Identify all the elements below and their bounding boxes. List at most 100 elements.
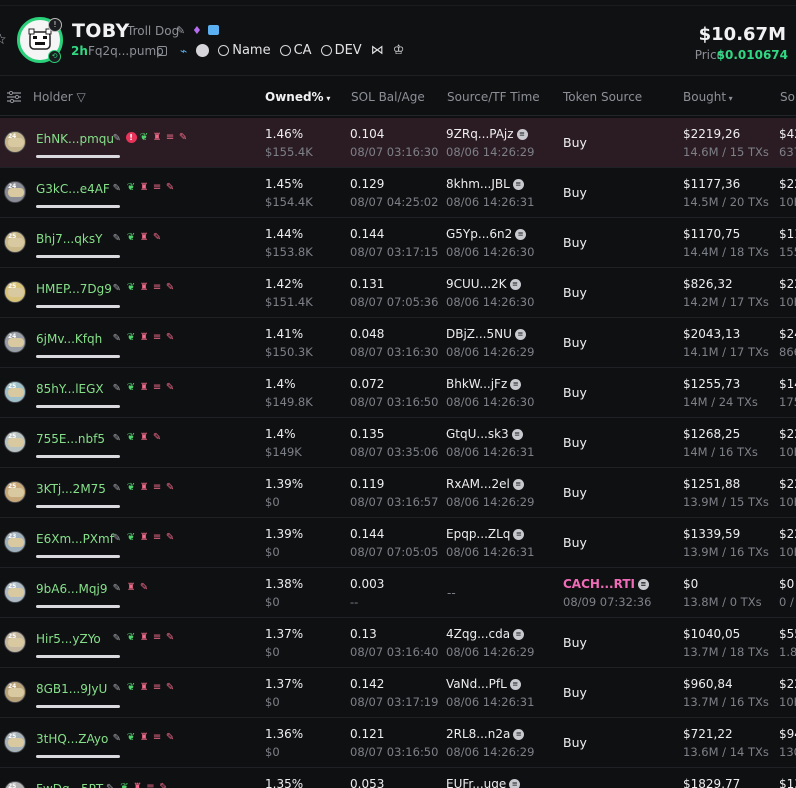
- edit-icon[interactable]: ✎: [113, 283, 121, 294]
- avatar[interactable]: 24: [4, 331, 26, 353]
- table-row[interactable]: 25 3KTj...2M75 ✎ ❦ ♜ ≡ ✎ 1.39% $0 0.119 08/…: [0, 468, 796, 518]
- table-row[interactable]: 24 8GB1...9JyU ✎ ❦ ♜ ≡ ✎ 1.37% $0 0.142 08/…: [0, 668, 796, 718]
- col-holder[interactable]: Holder ▽: [33, 90, 86, 104]
- avatar[interactable]: 25: [4, 481, 26, 503]
- edit-icon[interactable]: ✎: [113, 183, 121, 194]
- holder-address[interactable]: 8GB1...9JyU: [36, 682, 107, 696]
- stack-icon: ≡: [152, 632, 162, 643]
- crown-icon[interactable]: ♔: [393, 43, 405, 58]
- holder-address[interactable]: G3kC...e4AF: [36, 182, 110, 196]
- avatar[interactable]: 24: [4, 181, 26, 203]
- source-icon: ≡: [509, 279, 521, 290]
- avatar[interactable]: 25: [4, 581, 26, 603]
- source-address[interactable]: EUFr...uqe ≡: [446, 777, 521, 788]
- search-ca-link[interactable]: CA: [279, 43, 312, 58]
- avatar[interactable]: 25: [4, 631, 26, 653]
- table-row[interactable]: 25 85hY...lEGX ✎ ❦ ♜ ≡ ✎ 1.4% $149.8K 0.072…: [0, 368, 796, 418]
- edit-icon[interactable]: ✎: [113, 333, 121, 344]
- source-address[interactable]: BhkW...jFz ≡: [446, 377, 522, 391]
- token-address[interactable]: Fq2q...pump: [88, 44, 164, 58]
- edit-icon[interactable]: ✎: [113, 383, 121, 394]
- holder-address[interactable]: 85hY...lEGX: [36, 382, 104, 396]
- share-icon[interactable]: ⋈: [371, 43, 384, 58]
- pump-icon[interactable]: ⌁: [180, 44, 187, 58]
- avatar[interactable]: 25: [4, 431, 26, 453]
- bot-icon: ♜: [139, 282, 149, 293]
- funnel-icon[interactable]: ▽: [73, 90, 85, 104]
- source-address[interactable]: VaNd...PfL ≡: [446, 677, 521, 691]
- col-sol-bal[interactable]: SOL Bal/Age: [351, 90, 425, 104]
- source-address[interactable]: 2RL8...n2a ≡: [446, 727, 525, 741]
- source-address[interactable]: Epqp...ZLq ≡: [446, 527, 525, 541]
- holder-address[interactable]: 6jMv...Kfqh: [36, 332, 102, 346]
- col-owned[interactable]: Owned% ▾: [265, 90, 330, 104]
- source-address[interactable]: GtqU...sk3 ≡: [446, 427, 523, 441]
- avatar[interactable]: 25: [4, 381, 26, 403]
- table-row[interactable]: 25 Bhj7...qksY ✎ ❦ ♜ ✎ 1.44% $153.8K 0.144…: [0, 218, 796, 268]
- holder-address[interactable]: 755E...nbf5: [36, 432, 105, 446]
- holder-address[interactable]: 3tHQ...ZAyo: [36, 732, 108, 746]
- holder-address[interactable]: E6Xm...PXmf: [36, 532, 114, 546]
- avatar[interactable]: 23: [4, 531, 26, 553]
- table-row[interactable]: 24 G3kC...e4AF ✎ ❦ ♜ ≡ ✎ 1.45% $154.4K 0.12…: [0, 168, 796, 218]
- edit-icon[interactable]: ✎: [113, 483, 121, 494]
- bot-icon: ♜: [152, 132, 162, 143]
- source-address[interactable]: 9ZRq...PAjz ≡: [446, 127, 528, 141]
- avatar[interactable]: 25: [4, 731, 26, 753]
- holder-address[interactable]: Hir5...yZYo: [36, 632, 101, 646]
- filter-sliders-icon[interactable]: [7, 91, 21, 103]
- source-address[interactable]: RxAM...2el ≡: [446, 477, 524, 491]
- source-address[interactable]: G5Yp...6n2 ≡: [446, 227, 527, 241]
- col-bought[interactable]: Bought ▾: [683, 90, 733, 104]
- edit-icon[interactable]: ✎: [106, 783, 114, 788]
- edit-icon[interactable]: ✎: [113, 633, 121, 644]
- holder-address[interactable]: HMEP...7Dg9: [36, 282, 112, 296]
- source-address[interactable]: 8khm...JBL ≡: [446, 177, 524, 191]
- search-name-link[interactable]: Name: [218, 43, 271, 58]
- edit-icon[interactable]: ✎: [113, 683, 121, 694]
- search-dev-link[interactable]: DEV: [320, 43, 362, 58]
- avatar[interactable]: 25: [4, 231, 26, 253]
- edit-icon[interactable]: ✎: [113, 233, 121, 244]
- col-source-time[interactable]: Source/TF Time: [447, 90, 540, 104]
- table-row[interactable]: 25 9bA6...Mqj9 ✎ ♜ ✎ 1.38% $0 0.003 -- --…: [0, 568, 796, 618]
- token-source: Buy: [563, 735, 587, 750]
- avatar[interactable]: 24: [4, 131, 26, 153]
- menu-circle-icon[interactable]: [196, 44, 210, 57]
- col-sold[interactable]: Sol: [780, 90, 796, 104]
- holder-address[interactable]: 9bA6...Mqj9: [36, 582, 107, 596]
- table-row[interactable]: 23 E6Xm...PXmf ✎ ❦ ♜ ≡ ✎ 1.39% $0 0.144 08/…: [0, 518, 796, 568]
- table-row[interactable]: 25 Hir5...yZYo ✎ ❦ ♜ ≡ ✎ 1.37% $0 0.13 08/0…: [0, 618, 796, 668]
- holder-address[interactable]: Bhj7...qksY: [36, 232, 102, 246]
- edit-icon[interactable]: ✎: [113, 533, 121, 544]
- table-row[interactable]: 24 6jMv...Kfqh ✎ ❦ ♜ ≡ ✎ 1.41% $150.3K 0.04…: [0, 318, 796, 368]
- avatar[interactable]: 25: [4, 781, 26, 788]
- avatar[interactable]: 24: [4, 681, 26, 703]
- holder-address[interactable]: FwDq...5PT: [36, 782, 103, 788]
- edit-icon[interactable]: ✎: [113, 133, 121, 144]
- col-token-source[interactable]: Token Source: [563, 90, 642, 104]
- star-icon[interactable]: ☆: [0, 32, 7, 48]
- sol-age: 08/07 03:17:15: [350, 245, 439, 259]
- edit-icon[interactable]: ✎: [176, 24, 188, 37]
- source-address[interactable]: 9CUU...2K ≡: [446, 277, 521, 291]
- leaf-icon: ❦: [126, 482, 136, 493]
- source-icon: ≡: [511, 429, 523, 440]
- copy-icon[interactable]: [157, 46, 167, 56]
- table-row[interactable]: 25 755E...nbf5 ✎ ❦ ♜ ✎ 1.4% $149K 0.135 08…: [0, 418, 796, 468]
- table-row[interactable]: 24 EhNK...pmqu ✎ ! ❦ ♜ ≡ ✎ 1.46% $155.4K 0.1…: [0, 118, 796, 168]
- edit-icon[interactable]: ✎: [113, 583, 121, 594]
- table-row[interactable]: 25 3tHQ...ZAyo ✎ ❦ ♜ ≡ ✎ 1.36% $0 0.121 08/…: [0, 718, 796, 768]
- holder-address[interactable]: EhNK...pmqu: [36, 132, 114, 146]
- info-icon[interactable]: !: [48, 18, 62, 32]
- holder-address[interactable]: 3KTj...2M75: [36, 482, 106, 496]
- avatar[interactable]: 25: [4, 281, 26, 303]
- sol-age: 08/07 07:05:36: [350, 295, 439, 309]
- token-source[interactable]: CACH...RTI ≡: [563, 577, 649, 591]
- edit-icon[interactable]: ✎: [113, 733, 121, 744]
- table-row[interactable]: 25 FwDq...5PT ✎ ❦ ♜ ≡ ✎ 1.35% 0.053 EUFr...…: [0, 768, 796, 788]
- source-address[interactable]: 4Zqg...cda ≡: [446, 627, 525, 641]
- edit-icon[interactable]: ✎: [113, 433, 121, 444]
- source-address[interactable]: DBjZ...5NU ≡: [446, 327, 526, 341]
- table-row[interactable]: 25 HMEP...7Dg9 ✎ ❦ ♜ ≡ ✎ 1.42% $151.4K 0.13…: [0, 268, 796, 318]
